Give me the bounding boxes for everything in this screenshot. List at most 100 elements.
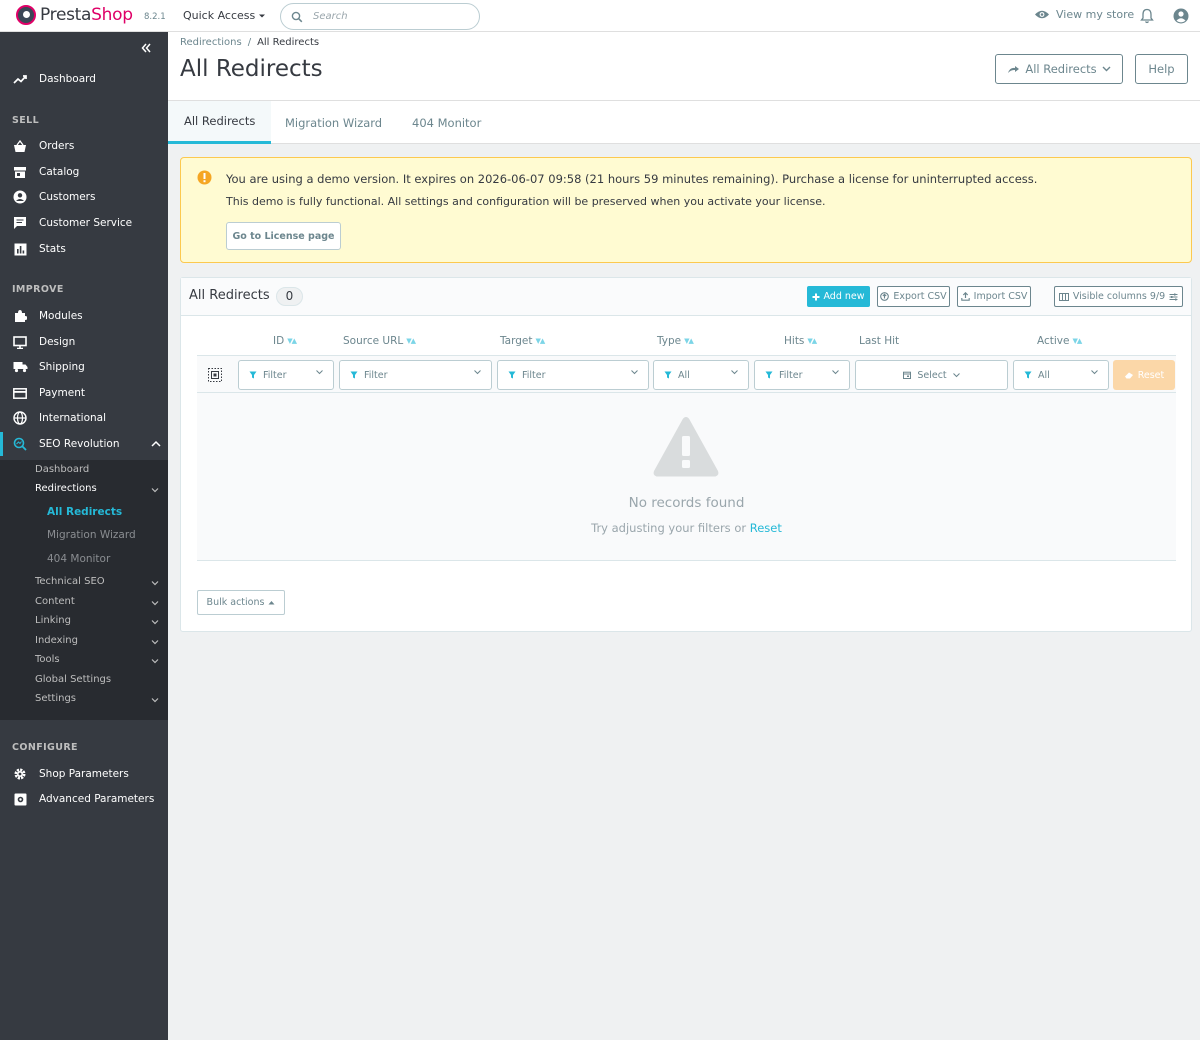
all-redirects-dropdown-button[interactable]: All Redirects	[995, 54, 1123, 84]
sidebar-item-shipping[interactable]: Shipping	[0, 355, 168, 379]
search-bar[interactable]	[280, 3, 480, 30]
filter-last-hit-date[interactable]: Select	[855, 360, 1008, 390]
user-avatar-icon[interactable]	[1173, 8, 1189, 24]
filter-source-url[interactable]: Filter	[339, 360, 492, 390]
tab-migration-wizard[interactable]: Migration Wizard	[285, 101, 382, 144]
submenu-item-indexing[interactable]: Indexing	[35, 635, 78, 646]
go-to-license-button[interactable]: Go to License page	[226, 222, 341, 250]
view-my-store-link[interactable]: View my store	[1034, 8, 1134, 21]
alert-message: You are using a demo version. It expires…	[226, 172, 1038, 186]
sidebar-item-modules[interactable]: Modules	[0, 304, 168, 328]
chevron-down-icon	[316, 370, 323, 375]
sidebar-item-advanced-parameters[interactable]: Advanced Parameters	[0, 787, 168, 811]
help-button[interactable]: Help	[1135, 54, 1188, 84]
sidebar-item-label: SEO Revolution	[39, 438, 120, 450]
credit-card-icon	[12, 385, 28, 401]
chevron-down-icon[interactable]	[151, 600, 159, 606]
column-header-hits[interactable]: Hits ▼▲	[784, 335, 817, 347]
brand-name: PrestaShop	[40, 5, 133, 25]
submenu-item-content[interactable]: Content	[35, 596, 75, 607]
search-input[interactable]	[313, 11, 463, 22]
column-header-active[interactable]: Active ▼▲	[1037, 335, 1082, 347]
submenu-item-all-redirects[interactable]: All Redirects	[47, 506, 122, 518]
collapse-sidebar-icon[interactable]	[140, 42, 152, 54]
sidebar-item-label: Orders	[39, 140, 75, 152]
filter-target[interactable]: Filter	[497, 360, 649, 390]
trending-up-icon	[12, 71, 28, 87]
chevron-down-icon[interactable]	[151, 658, 159, 664]
sidebar-item-stats[interactable]: Stats	[0, 237, 168, 261]
tab-404-monitor[interactable]: 404 Monitor	[412, 101, 481, 144]
filter-active[interactable]: All	[1013, 360, 1109, 390]
visible-columns-button[interactable]: Visible columns 9/9	[1054, 286, 1183, 307]
breadcrumb-link-redirections[interactable]: Redirections	[180, 37, 242, 48]
eye-icon	[1035, 10, 1049, 19]
chevron-down-icon	[731, 370, 738, 375]
add-new-button[interactable]: Add new	[807, 286, 870, 307]
import-csv-button[interactable]: Import CSV	[957, 286, 1031, 307]
sidebar-item-design[interactable]: Design	[0, 330, 168, 354]
submenu-item-404-monitor[interactable]: 404 Monitor	[47, 553, 110, 565]
submenu-item-settings[interactable]: Settings	[35, 693, 76, 704]
upload-icon	[960, 292, 970, 301]
sidebar-item-orders[interactable]: Orders	[0, 134, 168, 158]
column-header-last-hit[interactable]: Last Hit	[859, 335, 899, 347]
sidebar-item-payment[interactable]: Payment	[0, 381, 168, 405]
visible-columns-label: Visible columns 9/9	[1072, 291, 1166, 302]
chevron-up-icon	[151, 440, 161, 447]
sidebar-item-label: Advanced Parameters	[39, 793, 155, 805]
chevron-down-icon	[1102, 66, 1111, 72]
reset-filters-button[interactable]: Reset	[1113, 360, 1175, 390]
chevron-down-icon[interactable]	[151, 619, 159, 625]
submenu-item-dashboard[interactable]: Dashboard	[35, 464, 89, 475]
sidebar-item-shop-parameters[interactable]: Shop Parameters	[0, 762, 168, 786]
sidebar: Dashboard SELL Orders Catalog Customers …	[0, 32, 168, 1040]
submenu-item-redirections[interactable]: Redirections	[35, 483, 97, 494]
sidebar-item-customer-service[interactable]: Customer Service	[0, 211, 168, 235]
bar-chart-icon	[12, 241, 28, 257]
filter-type[interactable]: All	[653, 360, 749, 390]
sort-icon: ▼▲	[287, 337, 297, 345]
funnel-icon	[765, 371, 773, 379]
sidebar-item-catalog[interactable]: Catalog	[0, 160, 168, 184]
column-label: Last Hit	[859, 335, 900, 347]
column-header-id[interactable]: ID ▼▲	[273, 335, 297, 347]
submenu-item-global-settings[interactable]: Global Settings	[35, 674, 111, 685]
reset-label: Reset	[1137, 369, 1165, 381]
sidebar-section-sell: SELL	[12, 115, 40, 126]
chevron-down-icon[interactable]	[151, 639, 159, 645]
column-header-source-url[interactable]: Source URL ▼▲	[343, 335, 416, 347]
chevron-down-icon[interactable]	[151, 487, 159, 493]
module-tabs: All Redirects Migration Wizard 404 Monit…	[168, 100, 1200, 144]
submenu-item-tools[interactable]: Tools	[35, 654, 60, 665]
submenu-item-technical-seo[interactable]: Technical SEO	[35, 576, 105, 587]
select-all-checkbox-icon[interactable]	[208, 368, 222, 382]
filter-hits[interactable]: Filter	[754, 360, 850, 390]
submenu-item-linking[interactable]: Linking	[35, 615, 71, 626]
sidebar-item-customers[interactable]: Customers	[0, 185, 168, 209]
column-label: Hits	[784, 335, 805, 347]
sidebar-item-label: Payment	[39, 387, 85, 399]
sidebar-section-improve: IMPROVE	[12, 284, 64, 295]
chevron-down-icon[interactable]	[151, 580, 159, 586]
filter-id[interactable]: Filter	[238, 360, 334, 390]
chevron-down-icon[interactable]	[151, 697, 159, 703]
sidebar-item-seo-revolution[interactable]: SEO Revolution	[0, 432, 168, 456]
sidebar-item-dashboard[interactable]: Dashboard	[0, 67, 168, 91]
bulk-actions-button[interactable]: Bulk actions	[197, 590, 285, 615]
column-header-target[interactable]: Target ▼▲	[500, 335, 545, 347]
quick-access-dropdown[interactable]: Quick Access	[183, 9, 266, 22]
export-csv-button[interactable]: Export CSV	[877, 286, 950, 307]
empty-reset-link[interactable]: Reset	[750, 521, 782, 535]
notifications-bell-icon[interactable]	[1140, 8, 1154, 24]
column-header-type[interactable]: Type ▼▲	[657, 335, 694, 347]
card-header: All Redirects 0 Add new Export CSV Impor…	[181, 278, 1191, 316]
funnel-icon	[350, 371, 358, 379]
submenu-item-migration-wizard[interactable]: Migration Wizard	[47, 529, 136, 541]
sidebar-item-international[interactable]: International	[0, 406, 168, 430]
empty-state: No records found Try adjusting your filt…	[197, 393, 1176, 561]
tab-all-redirects[interactable]: All Redirects	[168, 101, 272, 144]
prestashop-logo[interactable]: PrestaShop	[16, 5, 133, 25]
warning-triangle-icon	[652, 415, 720, 479]
store-icon	[12, 164, 28, 180]
